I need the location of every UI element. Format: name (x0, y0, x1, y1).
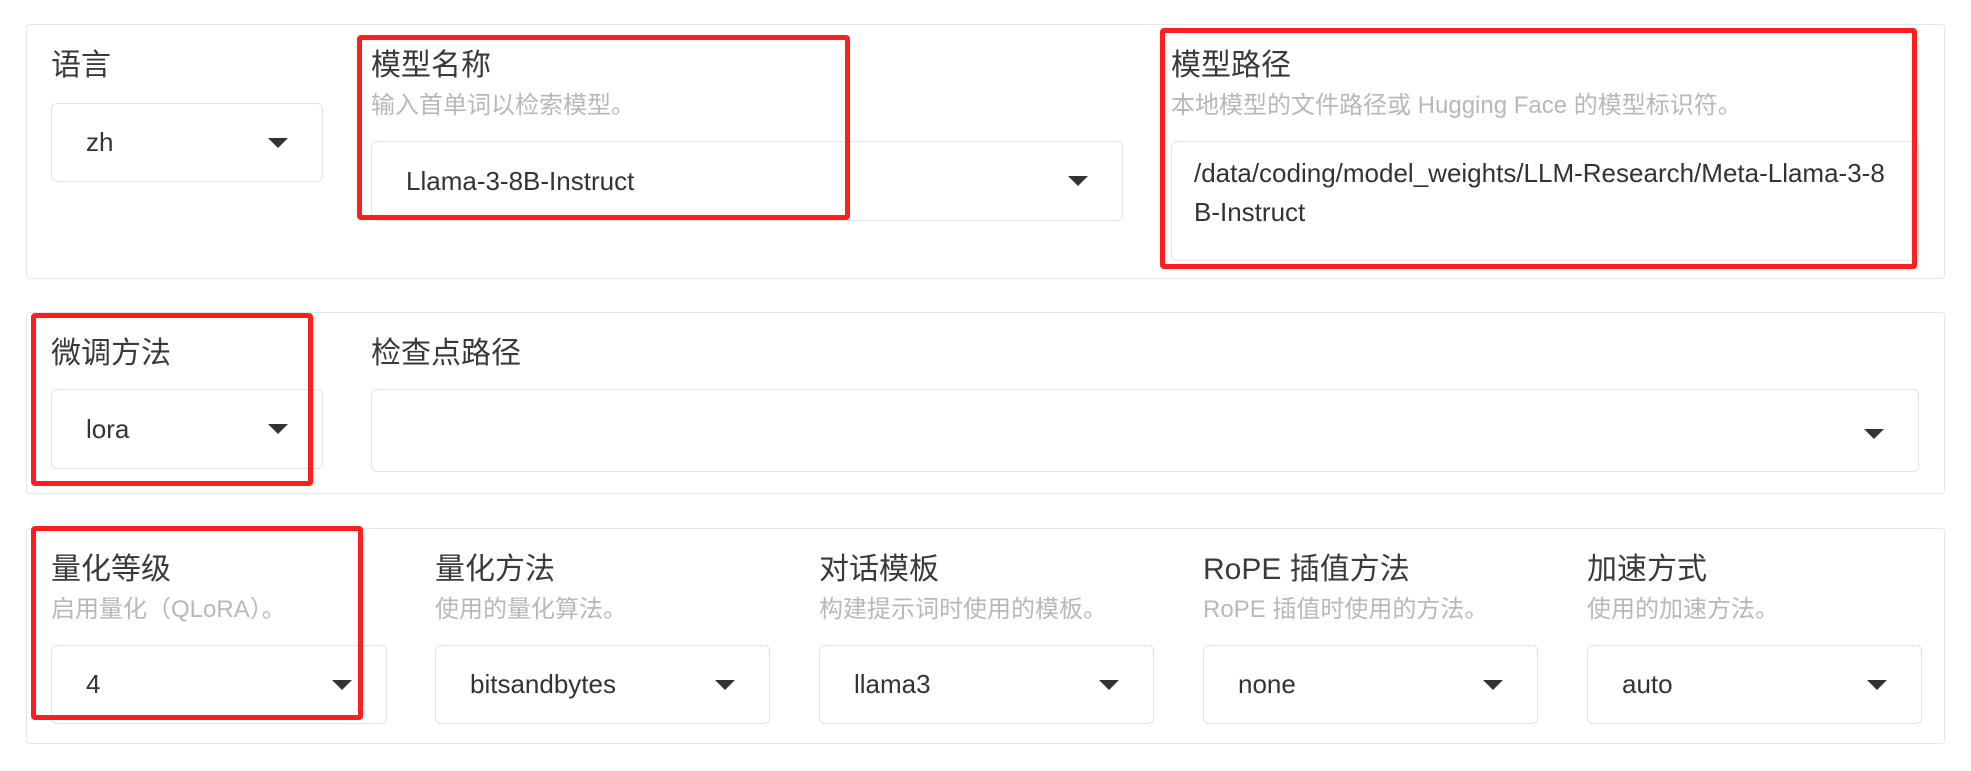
model-settings-panel: 语言 zh 模型名称 输入首单词以检索模型。 Llama-3-8B-Instru… (26, 24, 1945, 279)
chevron-down-icon (1099, 679, 1119, 690)
finetune-method-dropdown[interactable]: lora (51, 389, 323, 469)
chevron-down-icon (715, 679, 735, 690)
model-path-input[interactable]: /data/coding/model_weights/LLM-Research/… (1171, 141, 1919, 261)
booster-label: 加速方式 (1587, 553, 1707, 586)
quant-method-dropdown[interactable]: bitsandbytes (435, 645, 770, 724)
language-dropdown[interactable]: zh (51, 103, 323, 182)
booster-dropdown[interactable]: auto (1587, 645, 1922, 724)
quantization-panel: 量化等级 启用量化（QLoRA）。 4 量化方法 使用的量化算法。 bitsan… (26, 528, 1945, 744)
model-name-dropdown[interactable]: Llama-3-8B-Instruct (371, 141, 1123, 221)
quant-bit-label: 量化等级 (51, 553, 171, 586)
chevron-down-icon (268, 137, 288, 148)
template-label: 对话模板 (819, 553, 939, 586)
booster-value: auto (1622, 669, 1673, 699)
checkpoint-path-dropdown[interactable] (371, 389, 1919, 472)
quant-method-field: 量化方法 使用的量化算法。 (435, 551, 627, 625)
chevron-down-icon (1867, 679, 1887, 690)
rope-scaling-value: none (1238, 669, 1296, 699)
template-info: 构建提示词时使用的模板。 (819, 596, 1107, 623)
rope-scaling-label: RoPE 插值方法 (1203, 553, 1410, 586)
rope-scaling-dropdown[interactable]: none (1203, 645, 1538, 724)
quant-bit-dropdown[interactable]: 4 (51, 645, 387, 724)
language-value: zh (86, 127, 114, 157)
language-field: 语言 (51, 47, 111, 85)
finetune-method-label: 微调方法 (51, 337, 171, 370)
checkpoint-path-field: 检查点路径 (371, 335, 521, 373)
finetune-panel: 微调方法 lora 检查点路径 (26, 312, 1945, 494)
template-field: 对话模板 构建提示词时使用的模板。 (819, 551, 1107, 625)
model-name-value: Llama-3-8B-Instruct (406, 165, 635, 196)
rope-scaling-field: RoPE 插值方法 RoPE 插值时使用的方法。 (1203, 551, 1488, 625)
chevron-down-icon (1864, 428, 1884, 439)
chevron-down-icon (332, 679, 352, 690)
model-name-field: 模型名称 输入首单词以检索模型。 (371, 47, 635, 121)
chevron-down-icon (1068, 176, 1088, 186)
chevron-down-icon (268, 424, 288, 434)
quant-method-value: bitsandbytes (470, 669, 616, 699)
model-name-info: 输入首单词以检索模型。 (371, 92, 635, 119)
quant-method-label: 量化方法 (435, 553, 555, 586)
model-path-field: 模型路径 本地模型的文件路径或 Hugging Face 的模型标识符。 (1171, 47, 1742, 121)
model-path-info: 本地模型的文件路径或 Hugging Face 的模型标识符。 (1171, 92, 1742, 119)
model-path-label: 模型路径 (1171, 49, 1291, 82)
quant-bit-value: 4 (86, 669, 101, 699)
booster-info: 使用的加速方法。 (1587, 596, 1779, 623)
template-dropdown[interactable]: llama3 (819, 645, 1154, 724)
rope-scaling-info: RoPE 插值时使用的方法。 (1203, 596, 1489, 623)
quant-bit-info: 启用量化（QLoRA）。 (51, 596, 286, 623)
quant-bit-field: 量化等级 启用量化（QLoRA）。 (51, 551, 286, 625)
template-value: llama3 (854, 669, 931, 699)
finetune-method-field: 微调方法 (51, 335, 171, 373)
quant-method-info: 使用的量化算法。 (435, 596, 627, 623)
booster-field: 加速方式 使用的加速方法。 (1587, 551, 1779, 625)
language-label: 语言 (51, 49, 111, 82)
finetune-method-value: lora (86, 413, 130, 444)
model-name-label: 模型名称 (371, 49, 491, 82)
chevron-down-icon (1483, 679, 1503, 690)
checkpoint-path-label: 检查点路径 (371, 337, 521, 370)
